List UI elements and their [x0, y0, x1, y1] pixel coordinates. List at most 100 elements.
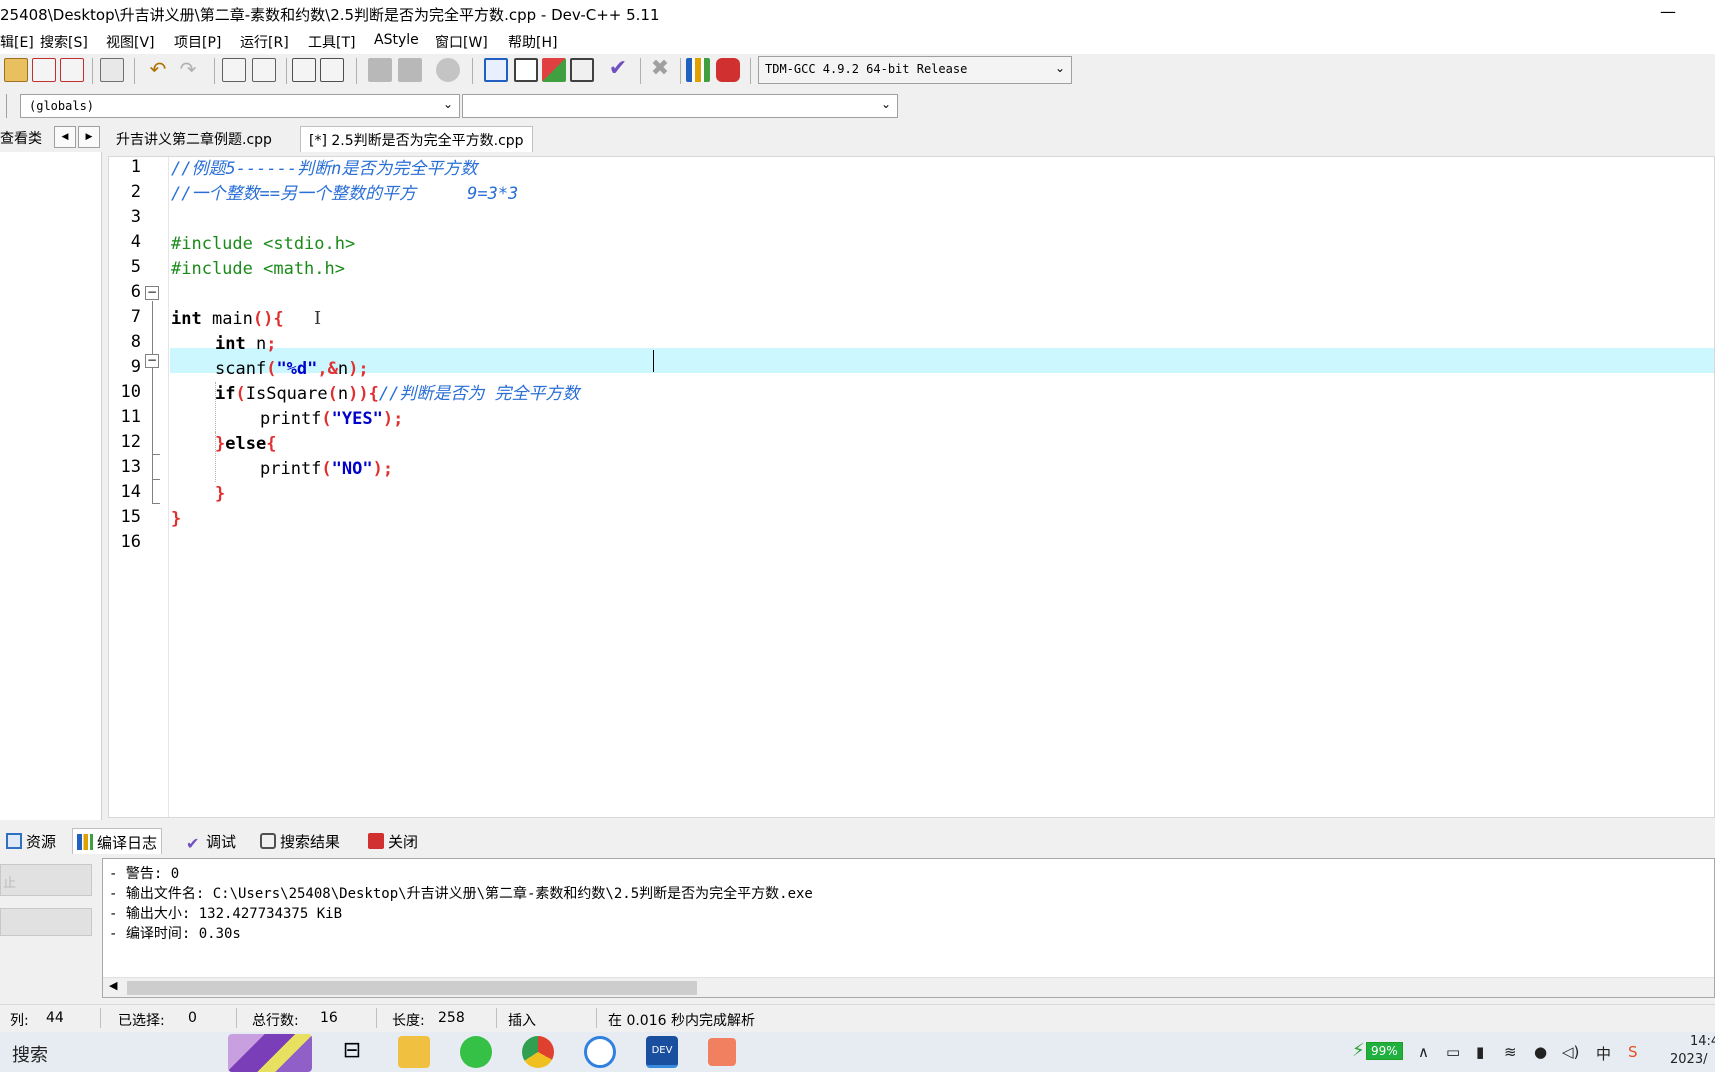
- taskbar-search[interactable]: 搜索: [12, 1041, 48, 1067]
- menu-tools[interactable]: 工具[T]: [308, 32, 355, 52]
- tab-class-view[interactable]: 查看类: [0, 126, 42, 148]
- code-line-5: #include <math.h>: [171, 259, 345, 279]
- chevron-up-icon[interactable]: ∧: [1418, 1043, 1429, 1061]
- fold-end-marker: [152, 479, 160, 480]
- menu-view[interactable]: 视图[V]: [106, 32, 155, 52]
- presentation-icon[interactable]: [708, 1038, 736, 1066]
- class-bar: (globals) ⌄ ⌄: [0, 90, 900, 122]
- compile-icon[interactable]: [484, 58, 508, 82]
- clock-date[interactable]: 2023/: [1670, 1052, 1707, 1067]
- wifi-icon[interactable]: ≋: [1504, 1043, 1517, 1061]
- baidu-netdisk-icon[interactable]: [584, 1036, 616, 1068]
- code-line-9: scanf("%d",&n);: [215, 359, 369, 379]
- run-icon[interactable]: [514, 58, 538, 82]
- menu-astyle[interactable]: AStyle: [374, 32, 419, 48]
- menu-edit[interactable]: 辑[E]: [0, 32, 34, 52]
- code-line-1: //例题5------判断n是否为完全平方数: [171, 159, 478, 179]
- code-line-11: printf("YES");: [260, 409, 404, 429]
- scrollbar-thumb[interactable]: [127, 981, 697, 995]
- microphone-icon[interactable]: ▮: [1476, 1043, 1484, 1061]
- member-select[interactable]: ⌄: [462, 94, 898, 118]
- close-all-icon[interactable]: [60, 58, 84, 82]
- menu-help[interactable]: 帮助[H]: [508, 32, 557, 52]
- code-line-13: printf("NO");: [260, 459, 394, 479]
- bottom-left-controls: 止: [0, 858, 100, 998]
- status-lines-label: 总行数:: [252, 1013, 299, 1029]
- tab-close[interactable]: 关闭: [364, 828, 422, 854]
- file-explorer-icon[interactable]: [398, 1036, 430, 1068]
- line-gutter: 1 2 3 4 5 6 7 8 9 10 11 12 13 14 15 16 −…: [109, 157, 169, 817]
- ime-indicator[interactable]: 中: [1596, 1043, 1611, 1064]
- sogou-icon[interactable]: S: [1628, 1043, 1638, 1061]
- menu-window[interactable]: 窗口[W]: [435, 32, 488, 52]
- replace-icon[interactable]: [252, 58, 276, 82]
- redo-icon[interactable]: ↷: [176, 58, 200, 82]
- minimize-button[interactable]: —: [1660, 2, 1676, 21]
- toggle-comment-icon[interactable]: [436, 58, 460, 82]
- secondary-button[interactable]: [0, 908, 92, 936]
- tab-prev-button[interactable]: ◀: [54, 126, 76, 148]
- stop-icon[interactable]: ✖: [648, 58, 672, 82]
- qq-icon[interactable]: ●: [1534, 1043, 1547, 1061]
- bookmark-next-icon[interactable]: [398, 58, 422, 82]
- tab-resources[interactable]: 资源: [2, 828, 60, 854]
- close-file-icon[interactable]: [32, 58, 56, 82]
- tab-file-2[interactable]: [*] 2.5判断是否为完全平方数.cpp: [300, 126, 533, 152]
- menu-search[interactable]: 搜索[S]: [40, 32, 88, 52]
- rebuild-icon[interactable]: [570, 58, 594, 82]
- syntax-check-icon[interactable]: ✔: [606, 58, 630, 82]
- code-editor[interactable]: 1 2 3 4 5 6 7 8 9 10 11 12 13 14 15 16 −…: [108, 156, 1715, 818]
- profile-icon[interactable]: [686, 58, 710, 82]
- compiler-select[interactable]: TDM-GCC 4.9.2 64-bit Release ⌄: [758, 56, 1072, 84]
- tab-file-1[interactable]: 升吉讲义第二章例题.cpp: [108, 126, 280, 152]
- wechat-icon[interactable]: [460, 1036, 492, 1068]
- clock-time[interactable]: 14:4: [1690, 1034, 1715, 1049]
- unindent-icon[interactable]: [320, 58, 344, 82]
- line-number: 7: [130, 307, 141, 327]
- horizontal-scrollbar[interactable]: ◀: [103, 977, 1714, 997]
- code-line-14: }: [215, 484, 226, 504]
- chrome-icon[interactable]: [522, 1036, 554, 1068]
- scroll-left-icon[interactable]: ◀: [109, 979, 117, 992]
- text-caret: [653, 350, 654, 372]
- print-icon[interactable]: [100, 58, 124, 82]
- line-number: 15: [120, 507, 141, 527]
- bottom-panel-tabs: 资源 编译日志 ✔ 调试 搜索结果 关闭: [0, 826, 1715, 856]
- keyboard-icon[interactable]: ▭: [1446, 1043, 1460, 1061]
- line-number: 8: [130, 332, 141, 352]
- scope-select-value: (globals): [29, 99, 95, 113]
- scope-select[interactable]: (globals) ⌄: [20, 94, 460, 118]
- flower-image: [228, 1034, 312, 1072]
- line-number: 5: [130, 257, 141, 277]
- status-sel-label: 已选择:: [118, 1013, 165, 1029]
- line-number: 14: [120, 482, 141, 502]
- compile-log[interactable]: - 警告: 0 - 输出文件名: C:\Users\25408\Desktop\…: [102, 858, 1715, 998]
- menu-run[interactable]: 运行[R]: [240, 32, 289, 52]
- file-tabs: 升吉讲义第二章例题.cpp [*] 2.5判断是否为完全平方数.cpp: [108, 126, 708, 152]
- find-icon[interactable]: [222, 58, 246, 82]
- fold-toggle-icon[interactable]: −: [145, 354, 159, 368]
- code-line-15: }: [171, 509, 182, 529]
- fold-toggle-icon[interactable]: −: [145, 286, 159, 300]
- devcpp-icon[interactable]: DEV: [646, 1036, 678, 1068]
- line-number: 6: [130, 282, 141, 302]
- line-number: 12: [120, 432, 141, 452]
- tab-compile-log[interactable]: 编译日志: [72, 828, 163, 854]
- abort-button[interactable]: 止: [0, 864, 92, 896]
- log-line: - 输出大小: 132.427734375 KiB: [109, 906, 343, 922]
- new-file-icon[interactable]: [4, 58, 28, 82]
- line-number: 16: [120, 532, 141, 552]
- battery-indicator[interactable]: 99%: [1366, 1042, 1403, 1060]
- task-view-icon[interactable]: ⊟: [336, 1036, 368, 1068]
- delete-profile-icon[interactable]: [716, 58, 740, 82]
- menu-project[interactable]: 项目[P]: [174, 32, 221, 52]
- undo-icon[interactable]: ↶: [146, 58, 170, 82]
- indent-icon[interactable]: [292, 58, 316, 82]
- code-line-8: int n;: [215, 334, 277, 354]
- bookmark-prev-icon[interactable]: [368, 58, 392, 82]
- compile-run-icon[interactable]: [542, 58, 566, 82]
- tab-debug[interactable]: ✔ 调试: [182, 828, 240, 854]
- tab-next-button[interactable]: ▶: [78, 126, 100, 148]
- tab-search-results[interactable]: 搜索结果: [256, 828, 344, 854]
- volume-icon[interactable]: ◁): [1562, 1043, 1579, 1061]
